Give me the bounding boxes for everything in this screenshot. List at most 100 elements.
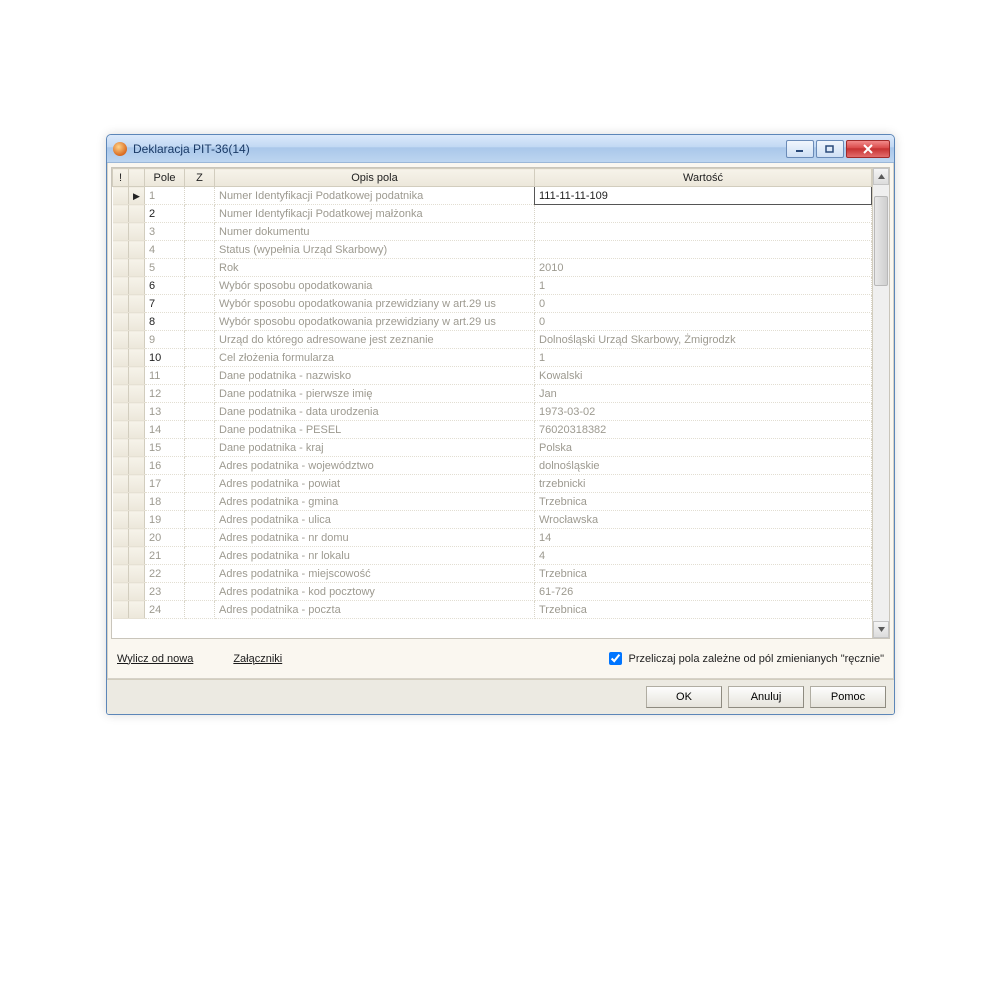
cell-pole[interactable]: 14 [145,421,185,439]
cell-wartosc[interactable]: 1973-03-02 [535,403,872,421]
cell-z[interactable] [185,349,215,367]
maximize-button[interactable] [816,140,844,158]
cell-opis[interactable]: Wybór sposobu opodatkowania przewidziany… [215,313,535,331]
cell-pole[interactable]: 19 [145,511,185,529]
cell-pole[interactable]: 24 [145,601,185,619]
cell-opis[interactable]: Dane podatnika - data urodzenia [215,403,535,421]
table-row[interactable]: 2Numer Identyfikacji Podatkowej małżonka [113,205,872,223]
cell-wartosc[interactable]: Kowalski [535,367,872,385]
cell-wartosc[interactable]: Trzebnica [535,601,872,619]
cell-wartosc[interactable]: 14 [535,529,872,547]
table-row[interactable]: 10Cel złożenia formularza1 [113,349,872,367]
cell-wartosc[interactable] [535,223,872,241]
table-row[interactable]: 14Dane podatnika - PESEL76020318382 [113,421,872,439]
cell-wartosc[interactable]: 111-11-11-109 [535,187,872,205]
cell-opis[interactable]: Cel złożenia formularza [215,349,535,367]
cell-z[interactable] [185,511,215,529]
cell-pole[interactable]: 7 [145,295,185,313]
cell-opis[interactable]: Adres podatnika - kod pocztowy [215,583,535,601]
cell-wartosc[interactable]: Jan [535,385,872,403]
cell-opis[interactable]: Adres podatnika - poczta [215,601,535,619]
cell-z[interactable] [185,565,215,583]
cell-z[interactable] [185,205,215,223]
cell-opis[interactable]: Adres podatnika - powiat [215,475,535,493]
ok-button[interactable]: OK [646,686,722,708]
col-pointer[interactable] [129,169,145,187]
cell-pole[interactable]: 9 [145,331,185,349]
cell-pole[interactable]: 12 [145,385,185,403]
cell-wartosc[interactable] [535,241,872,259]
table-row[interactable]: 9 Urząd do którego adresowane jest zeznan… [113,331,872,349]
cell-wartosc[interactable]: Trzebnica [535,493,872,511]
cell-opis[interactable]: Adres podatnika - ulica [215,511,535,529]
table-row[interactable]: 19Adres podatnika - ulicaWrocławska [113,511,872,529]
cell-z[interactable] [185,331,215,349]
cell-wartosc[interactable]: trzebnicki [535,475,872,493]
cell-z[interactable] [185,421,215,439]
scroll-thumb[interactable] [874,196,888,286]
cell-z[interactable] [185,547,215,565]
col-opis[interactable]: Opis pola [215,169,535,187]
cell-pole[interactable]: 17 [145,475,185,493]
cell-opis[interactable]: Wybór sposobu opodatkowania [215,277,535,295]
col-wartosc[interactable]: Wartość [535,169,872,187]
cell-wartosc[interactable]: 1 [535,349,872,367]
col-z[interactable]: Z [185,169,215,187]
cell-z[interactable] [185,295,215,313]
cell-z[interactable] [185,187,215,205]
cell-wartosc[interactable]: 4 [535,547,872,565]
cell-opis[interactable]: Numer Identyfikacji Podatkowej małżonka [215,205,535,223]
cell-z[interactable] [185,493,215,511]
cell-pole[interactable]: 16 [145,457,185,475]
cell-z[interactable] [185,475,215,493]
cell-pole[interactable]: 6 [145,277,185,295]
attachments-link[interactable]: Załączniki [233,653,282,665]
cell-wartosc[interactable]: Dolnośląski Urząd Skarbowy, Żmigrodzk [535,331,872,349]
cell-wartosc[interactable]: dolnośląskie [535,457,872,475]
cell-opis[interactable]: Status (wypełnia Urząd Skarbowy) [215,241,535,259]
table-row[interactable]: 21Adres podatnika - nr lokalu4 [113,547,872,565]
table-row[interactable]: 5Rok2010 [113,259,872,277]
cell-z[interactable] [185,439,215,457]
titlebar[interactable]: Deklaracja PIT-36(14) [107,135,894,163]
cell-opis[interactable]: Adres podatnika - miejscowość [215,565,535,583]
cell-z[interactable] [185,241,215,259]
cell-opis[interactable]: Dane podatnika - PESEL [215,421,535,439]
cell-z[interactable] [185,385,215,403]
cell-pole[interactable]: 3 [145,223,185,241]
cell-z[interactable] [185,601,215,619]
cell-pole[interactable]: 13 [145,403,185,421]
close-button[interactable] [846,140,890,158]
cell-pole[interactable]: 21 [145,547,185,565]
cell-wartosc[interactable]: 1 [535,277,872,295]
cell-pole[interactable]: 22 [145,565,185,583]
cell-opis[interactable]: Adres podatnika - nr domu [215,529,535,547]
cell-pole[interactable]: 15 [145,439,185,457]
cell-wartosc[interactable]: 61-726 [535,583,872,601]
cell-opis[interactable]: Adres podatnika - województwo [215,457,535,475]
cell-z[interactable] [185,457,215,475]
cell-pole[interactable]: 23 [145,583,185,601]
cell-pole[interactable]: 11 [145,367,185,385]
table-row[interactable]: 16 Adres podatnika - województwodolnośląs… [113,457,872,475]
table-row[interactable]: 6 Wybór sposobu opodatkowania1 [113,277,872,295]
cell-opis[interactable]: Urząd do którego adresowane jest zeznani… [215,331,535,349]
cell-z[interactable] [185,223,215,241]
recalc-checkbox-label[interactable]: Przeliczaj pola zależne od pól zmieniany… [605,649,884,668]
table-row[interactable]: 11Dane podatnika - nazwiskoKowalski [113,367,872,385]
cell-pole[interactable]: 8 [145,313,185,331]
cell-wartosc[interactable]: 2010 [535,259,872,277]
cell-z[interactable] [185,403,215,421]
table-row[interactable]: 18Adres podatnika - gminaTrzebnica [113,493,872,511]
cancel-button[interactable]: Anuluj [728,686,804,708]
cell-wartosc[interactable]: Trzebnica [535,565,872,583]
cell-opis[interactable]: Dane podatnika - pierwsze imię [215,385,535,403]
cell-wartosc[interactable]: Polska [535,439,872,457]
table-row[interactable]: 24 Adres podatnika - pocztaTrzebnica [113,601,872,619]
cell-pole[interactable]: 5 [145,259,185,277]
col-mark[interactable]: ! [113,169,129,187]
cell-opis[interactable]: Wybór sposobu opodatkowania przewidziany… [215,295,535,313]
cell-z[interactable] [185,367,215,385]
table-row[interactable]: 20Adres podatnika - nr domu14 [113,529,872,547]
cell-opis[interactable]: Numer dokumentu [215,223,535,241]
